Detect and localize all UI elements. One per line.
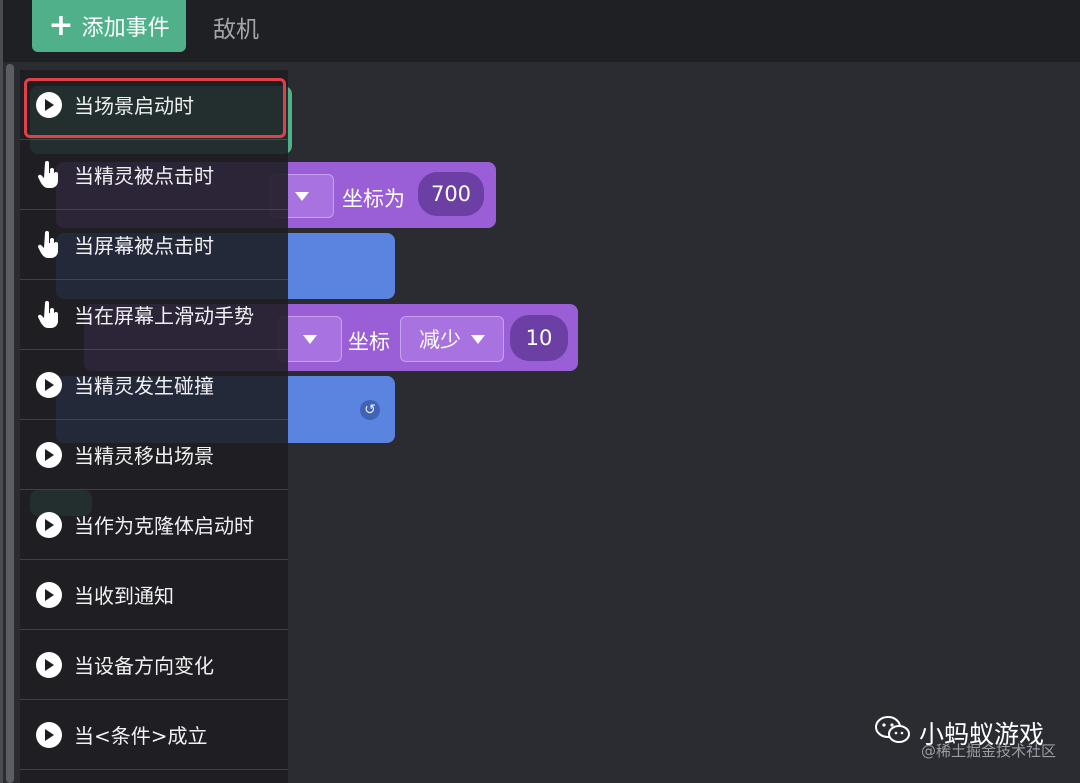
menu-item-label: 当在屏幕上滑动手势 [74, 304, 254, 328]
menu-item-device-orientation[interactable]: 当设备方向变化 [20, 630, 288, 700]
set-coord-label: 坐标为 [342, 187, 405, 211]
chevron-down-icon [471, 334, 485, 344]
play-icon [36, 441, 62, 468]
menu-item-sprite-exit-scene[interactable]: 当精灵移出场景 [20, 420, 288, 490]
add-event-label: 添加事件 [81, 16, 170, 41]
watermark-subtitle: @稀土掘金技术社区 [920, 742, 1056, 760]
menu-item-scene-start[interactable]: 当场景启动时 [20, 70, 288, 140]
menu-item-sprite-collision[interactable]: 当精灵发生碰撞 [20, 350, 288, 420]
add-event-button[interactable]: + 添加事件 [32, 0, 186, 52]
menu-item-swipe-gesture[interactable]: 当在屏幕上滑动手势 [20, 280, 288, 350]
tab-enemy[interactable]: 敌机 [213, 10, 259, 44]
play-icon [36, 721, 62, 748]
play-icon [36, 91, 62, 118]
add-event-menu: 当场景启动时 当精灵被点击时 当屏幕被点击时 当在屏幕上滑动手势 当精灵发生碰撞… [20, 70, 288, 783]
play-icon [36, 371, 62, 398]
change-mode-value: 减少 [419, 328, 461, 352]
menu-item-label: 当<条件>成立 [74, 724, 208, 748]
menu-item-label: 当设备方向变化 [74, 654, 214, 678]
hand-pointer-icon [36, 230, 62, 260]
loop-arrow-icon: ↺ [360, 400, 380, 420]
hand-pointer-icon [36, 300, 62, 330]
chevron-down-icon [303, 334, 317, 344]
vertical-scrollbar[interactable] [6, 64, 14, 783]
menu-item-label: 当收到通知 [74, 584, 174, 608]
chevron-down-icon [295, 191, 309, 201]
hand-pointer-icon [36, 160, 62, 190]
coord-value-input[interactable]: 700 [418, 172, 484, 216]
play-icon [36, 581, 62, 608]
menu-item-screen-clicked[interactable]: 当屏幕被点击时 [20, 210, 288, 280]
plus-icon: + [48, 8, 74, 43]
menu-item-label: 当场景启动时 [74, 94, 194, 118]
left-edge-divider [0, 0, 3, 783]
wechat-icon [874, 715, 911, 751]
menu-item-clone-start[interactable]: 当作为克隆体启动时 [20, 490, 288, 560]
menu-item-receive-notification[interactable]: 当收到通知 [20, 560, 288, 630]
play-icon [36, 511, 62, 538]
menu-item-label: 当精灵被点击时 [74, 164, 214, 188]
play-icon [36, 651, 62, 678]
menu-item-label: 当作为克隆体启动时 [74, 514, 254, 538]
menu-item-condition-true[interactable]: 当<条件>成立 [20, 700, 288, 770]
change-coord-label: 坐标 [348, 330, 390, 354]
menu-item-sprite-clicked[interactable]: 当精灵被点击时 [20, 140, 288, 210]
change-mode-dropdown[interactable]: 减少 [400, 316, 504, 362]
change-value-input[interactable]: 10 [510, 315, 568, 361]
menu-item-label: 当屏幕被点击时 [74, 234, 214, 258]
menu-item-label: 当精灵发生碰撞 [74, 374, 214, 398]
menu-item-label: 当精灵移出场景 [74, 444, 214, 468]
